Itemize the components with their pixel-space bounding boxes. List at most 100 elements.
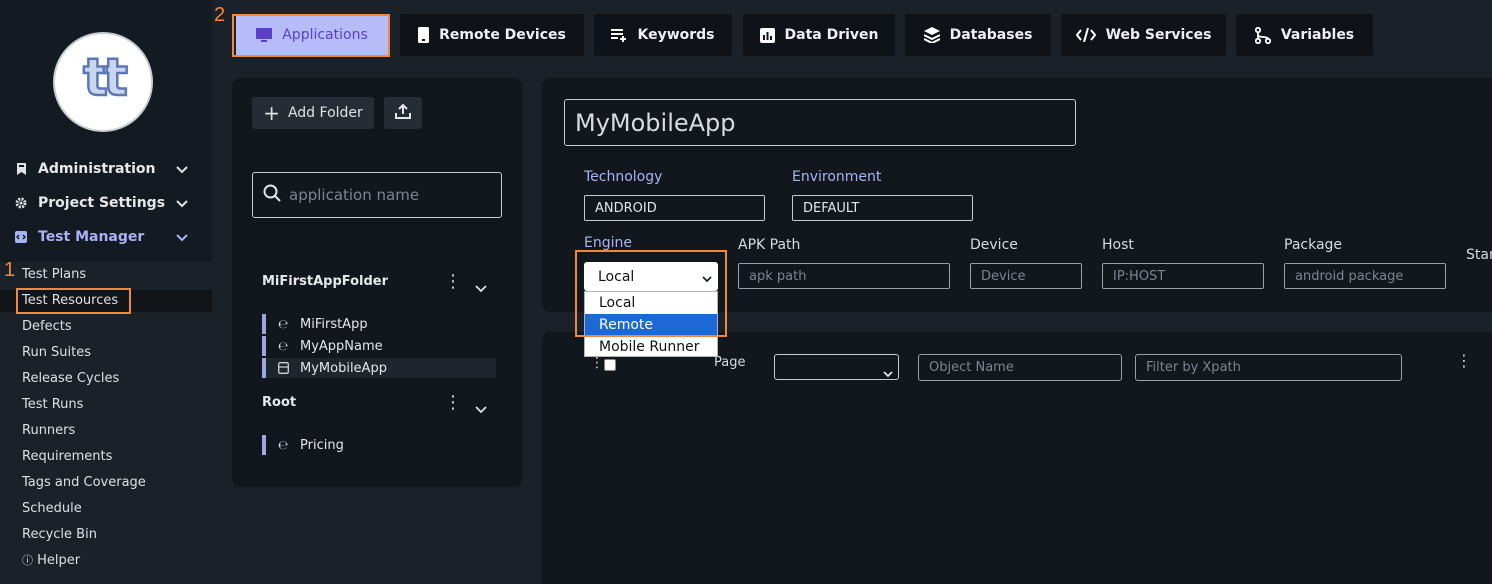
search-icon [263, 184, 281, 206]
annotation-number-2: 2 [214, 4, 226, 26]
upload-button[interactable] [384, 97, 422, 129]
app-item-label: Pricing [300, 437, 344, 453]
sidebar-item-helper[interactable]: ⓘ Helper [22, 550, 80, 572]
plus-icon: + [263, 101, 280, 125]
item-indicator [262, 336, 266, 356]
app-item-label: MiFirstApp [300, 316, 368, 332]
page-select[interactable] [774, 354, 899, 380]
annotation-number-1: 1 [4, 259, 16, 281]
sidebar-item-helper-label: Helper [37, 553, 81, 568]
menu-project-settings-label: Project Settings [38, 195, 166, 211]
device-input[interactable]: Device [970, 263, 1082, 289]
chevron-down-icon [176, 230, 188, 246]
layers-icon [923, 27, 940, 43]
menu-administration-label: Administration [38, 161, 156, 177]
item-indicator [262, 358, 266, 378]
item-indicator [262, 314, 266, 334]
technology-field[interactable]: ANDROID [584, 195, 765, 221]
sidebar-item-test-plans[interactable]: Test Plans [22, 264, 86, 286]
package-label: Package [1284, 237, 1343, 253]
chevron-down-icon[interactable] [475, 399, 487, 418]
environment-label: Environment [792, 169, 882, 185]
sidebar-item-tags-and-coverage[interactable]: Tags and Coverage [22, 472, 146, 494]
host-input[interactable]: IP:HOST [1102, 263, 1264, 289]
applications-panel: + Add Folder MiFirstAppFolder ⋮ ℮ MiFirs… [232, 78, 522, 487]
tab-keywords[interactable]: Keywords [594, 14, 732, 56]
tab-databases[interactable]: Databases [905, 14, 1051, 56]
sidebar-item-defects[interactable]: Defects [22, 316, 72, 338]
object-name-input[interactable]: Object Name [918, 354, 1122, 381]
application-search-input[interactable] [289, 186, 489, 204]
chevron-down-icon [176, 162, 188, 178]
highlight-engine-dropdown [575, 250, 727, 337]
list-item[interactable]: ℮ MiFirstApp [262, 314, 496, 334]
folder-menu-icon[interactable]: ⋮ [444, 392, 462, 413]
host-label: Host [1102, 237, 1134, 253]
sidebar-item-recycle-bin[interactable]: Recycle Bin [22, 524, 97, 546]
menu-project-settings[interactable]: Project Settings [14, 191, 194, 215]
page-label: Page [714, 355, 746, 370]
tab-remote-devices[interactable]: Remote Devices [400, 14, 584, 56]
browser-icon: ℮ [277, 339, 289, 353]
cut-off-label: Star [1466, 247, 1492, 263]
tab-data-driven[interactable]: Data Driven [743, 14, 895, 56]
xpath-filter-input[interactable]: Filter by Xpath [1135, 354, 1402, 381]
list-add-icon [611, 28, 627, 42]
tab-keywords-label: Keywords [637, 27, 715, 43]
chevron-down-icon [883, 363, 893, 382]
tab-data-driven-label: Data Driven [784, 27, 879, 43]
mobile-app-icon [276, 362, 290, 374]
menu-administration[interactable]: Administration [14, 157, 194, 181]
browser-icon: ℮ [277, 438, 289, 452]
app-name-input[interactable]: MyMobileApp [564, 99, 1076, 146]
gear-icon [14, 196, 28, 210]
apk-path-label: APK Path [738, 237, 801, 253]
folder-title[interactable]: Root [262, 395, 296, 410]
app-item-label: MyAppName [300, 338, 383, 354]
more-options-icon[interactable]: ⋮ [1456, 351, 1472, 370]
help-circle-icon: ⓘ [22, 554, 33, 567]
device-label: Device [970, 237, 1018, 253]
logo-text: tt [82, 48, 129, 108]
engine-label: Engine [584, 235, 632, 251]
chevron-down-icon [176, 196, 188, 212]
folder-title[interactable]: MiFirstAppFolder [262, 274, 388, 289]
add-folder-label: Add Folder [287, 105, 363, 121]
list-item-selected[interactable]: MyMobileApp [262, 358, 496, 378]
sidebar-item-requirements[interactable]: Requirements [22, 446, 112, 468]
list-item[interactable]: ℮ MyAppName [262, 336, 496, 356]
environment-field[interactable]: DEFAULT [792, 195, 973, 221]
sidebar-item-run-suites[interactable]: Run Suites [22, 342, 91, 364]
chevron-down-icon[interactable] [475, 278, 487, 297]
code-icon [14, 230, 28, 244]
highlight-applications-tab [232, 14, 390, 57]
sidebar-item-runners[interactable]: Runners [22, 420, 75, 442]
browser-icon: ℮ [277, 317, 289, 331]
code-brackets-icon [1075, 28, 1096, 42]
menu-test-manager[interactable]: Test Manager [14, 225, 194, 249]
item-indicator [262, 435, 266, 455]
list-item[interactable]: ℮ Pricing [262, 435, 496, 455]
engine-option-mobile-runner[interactable]: Mobile Runner [585, 336, 717, 358]
folder-menu-icon[interactable]: ⋮ [444, 271, 462, 292]
sidebar-item-test-runs[interactable]: Test Runs [22, 394, 83, 416]
sidebar-item-schedule[interactable]: Schedule [22, 498, 82, 520]
upload-icon [395, 103, 411, 123]
tab-variables-label: Variables [1280, 27, 1355, 43]
bar-chart-icon [759, 27, 775, 43]
logo[interactable]: tt [53, 32, 153, 132]
package-input[interactable]: android package [1284, 263, 1446, 289]
tab-web-services[interactable]: Web Services [1061, 14, 1226, 56]
apk-path-input[interactable]: apk path [738, 263, 950, 289]
highlight-test-resources [16, 288, 131, 314]
select-all-checkbox[interactable] [604, 359, 616, 371]
bookmark-icon [14, 162, 28, 176]
app-item-label: MyMobileApp [300, 360, 387, 376]
tab-variables[interactable]: Variables [1236, 14, 1373, 56]
tab-web-services-label: Web Services [1105, 27, 1212, 43]
tab-databases-label: Databases [949, 27, 1033, 43]
add-folder-button[interactable]: + Add Folder [252, 97, 374, 129]
menu-test-manager-label: Test Manager [38, 229, 145, 245]
mobile-device-icon [418, 27, 430, 43]
sidebar-item-release-cycles[interactable]: Release Cycles [22, 368, 119, 390]
